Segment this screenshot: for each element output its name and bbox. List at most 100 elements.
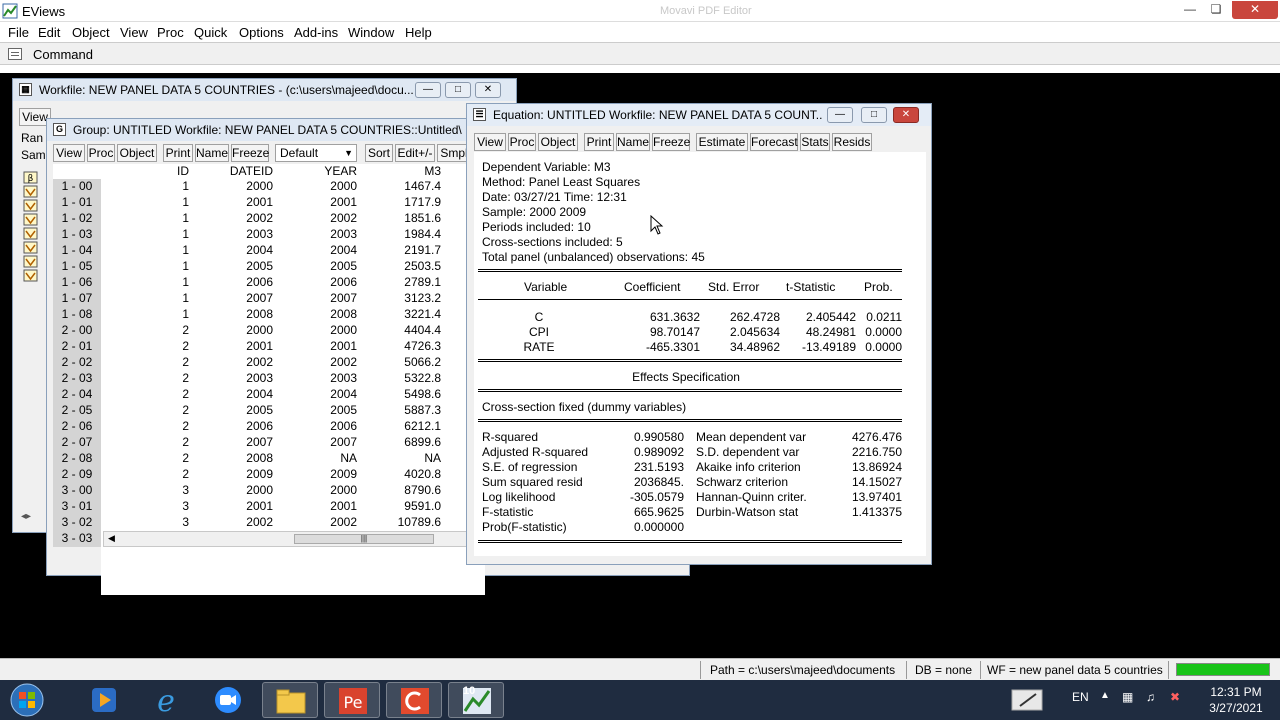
cell-dateid[interactable]: 2006	[189, 275, 273, 291]
workfile-object-icons[interactable]: β	[23, 171, 39, 293]
cell-year[interactable]: 2001	[273, 339, 357, 355]
eq-view-button[interactable]: View	[474, 133, 506, 151]
cell-year[interactable]: 2000	[273, 483, 357, 499]
cell-m3[interactable]: 9591.0	[357, 499, 441, 515]
cell-dateid[interactable]: 2001	[189, 195, 273, 211]
cell-id[interactable]: 2	[101, 355, 189, 371]
close-icon[interactable]: ✕	[475, 82, 501, 98]
workfile-titlebar[interactable]: ▦ Workfile: NEW PANEL DATA 5 COUNTRIES -…	[13, 79, 516, 101]
tray-expand-icon[interactable]: ▲	[1100, 690, 1110, 701]
cell-year[interactable]: 2003	[273, 227, 357, 243]
menu-proc[interactable]: Proc	[157, 25, 184, 40]
minimize-icon[interactable]: —	[1176, 1, 1204, 19]
row-label[interactable]: 2 - 00	[53, 323, 101, 339]
cell-dateid[interactable]: 2007	[189, 435, 273, 451]
cell-id[interactable]: 2	[101, 467, 189, 483]
cell-m3[interactable]: 5887.3	[357, 403, 441, 419]
row-label[interactable]: 1 - 06	[53, 275, 101, 291]
cell-year[interactable]: 2004	[273, 243, 357, 259]
command-input-area[interactable]	[0, 65, 1280, 73]
cell-m3[interactable]: 6899.6	[357, 435, 441, 451]
eq-estimate-button[interactable]: Estimate	[696, 133, 748, 151]
cell-dateid[interactable]: 2000	[189, 179, 273, 195]
scroll-arrows-icon[interactable]: ◂▸	[21, 511, 31, 522]
minimize-icon[interactable]: —	[415, 82, 441, 98]
cell-year[interactable]: 2004	[273, 387, 357, 403]
command-bar[interactable]: Command	[0, 42, 1280, 65]
close-icon[interactable]: ✕	[893, 107, 919, 123]
maximize-icon[interactable]: □	[861, 107, 887, 123]
cell-year[interactable]: 2003	[273, 371, 357, 387]
system-clock[interactable]: 12:31 PM 3/27/2021	[1196, 684, 1276, 716]
group-view-button[interactable]: View	[53, 144, 85, 162]
group-proc-button[interactable]: Proc	[87, 144, 115, 162]
cell-dateid[interactable]: 2001	[189, 499, 273, 515]
cell-id[interactable]: 3	[101, 499, 189, 515]
row-label[interactable]: 3 - 00	[53, 483, 101, 499]
cell-year[interactable]: 2008	[273, 307, 357, 323]
scroll-thumb[interactable]: |||	[294, 534, 434, 544]
cell-m3[interactable]: 3221.4	[357, 307, 441, 323]
menu-window[interactable]: Window	[348, 25, 394, 40]
cell-year[interactable]: 2001	[273, 195, 357, 211]
cell-id[interactable]: 1	[101, 179, 189, 195]
cell-dateid[interactable]: 2001	[189, 339, 273, 355]
cell-year[interactable]: 2009	[273, 467, 357, 483]
close-icon[interactable]: ✕	[1232, 1, 1278, 19]
cell-year[interactable]: 2001	[273, 499, 357, 515]
menu-edit[interactable]: Edit	[38, 25, 60, 40]
cell-dateid[interactable]: 2003	[189, 371, 273, 387]
cell-id[interactable]: 3	[101, 515, 189, 531]
eq-resids-button[interactable]: Resids	[832, 133, 872, 151]
cell-dateid[interactable]: 2007	[189, 291, 273, 307]
restore-icon[interactable]: ❏	[1202, 1, 1230, 19]
eq-object-button[interactable]: Object	[538, 133, 578, 151]
horizontal-scrollbar[interactable]: ◀ |||	[103, 531, 483, 547]
cell-id[interactable]: 1	[101, 211, 189, 227]
eq-proc-button[interactable]: Proc	[508, 133, 536, 151]
cell-m3[interactable]: 2503.5	[357, 259, 441, 275]
row-label-last[interactable]: 3 - 03	[53, 531, 101, 547]
row-label[interactable]: 2 - 03	[53, 371, 101, 387]
cell-m3[interactable]: 6212.1	[357, 419, 441, 435]
row-label[interactable]: 1 - 01	[53, 195, 101, 211]
eq-stats-button[interactable]: Stats	[800, 133, 830, 151]
network-icon[interactable]: ▦	[1122, 690, 1133, 704]
menu-addins[interactable]: Add-ins	[294, 25, 338, 40]
taskbar-zoom[interactable]	[200, 682, 256, 718]
equation-titlebar[interactable]: ☰ Equation: UNTITLED Workfile: NEW PANEL…	[467, 104, 931, 126]
row-label[interactable]: 2 - 07	[53, 435, 101, 451]
minimize-icon[interactable]: —	[827, 107, 853, 123]
cell-m3[interactable]: 8790.6	[357, 483, 441, 499]
column-header-year[interactable]: YEAR	[273, 164, 357, 180]
cell-year[interactable]: 2002	[273, 515, 357, 531]
row-label[interactable]: 1 - 02	[53, 211, 101, 227]
cell-year[interactable]: 2005	[273, 403, 357, 419]
cell-id[interactable]: 1	[101, 259, 189, 275]
eq-print-button[interactable]: Print	[584, 133, 614, 151]
cell-m3[interactable]: 2191.7	[357, 243, 441, 259]
menu-object[interactable]: Object	[72, 25, 110, 40]
cell-dateid[interactable]: 2000	[189, 483, 273, 499]
cell-m3[interactable]: 1717.9	[357, 195, 441, 211]
volume-icon[interactable]: ♫	[1146, 690, 1155, 704]
cell-id[interactable]: 1	[101, 243, 189, 259]
start-button-icon[interactable]	[8, 682, 46, 718]
maximize-icon[interactable]: □	[445, 82, 471, 98]
cell-year[interactable]: 2000	[273, 323, 357, 339]
cell-id[interactable]: 2	[101, 451, 189, 467]
cell-year[interactable]: 2005	[273, 259, 357, 275]
group-name-button[interactable]: Name	[195, 144, 229, 162]
row-label[interactable]: 1 - 04	[53, 243, 101, 259]
cell-m3[interactable]: 4404.4	[357, 323, 441, 339]
taskbar-eviews[interactable]: 10	[448, 682, 504, 718]
row-label[interactable]: 2 - 05	[53, 403, 101, 419]
row-label[interactable]: 1 - 08	[53, 307, 101, 323]
cell-m3[interactable]: 2789.1	[357, 275, 441, 291]
tray-alert-icon[interactable]: ✖	[1170, 690, 1180, 704]
cell-m3[interactable]: 5066.2	[357, 355, 441, 371]
cell-id[interactable]: 2	[101, 371, 189, 387]
menu-file[interactable]: File	[8, 25, 29, 40]
row-label[interactable]: 3 - 01	[53, 499, 101, 515]
cell-year[interactable]: 2000	[273, 179, 357, 195]
